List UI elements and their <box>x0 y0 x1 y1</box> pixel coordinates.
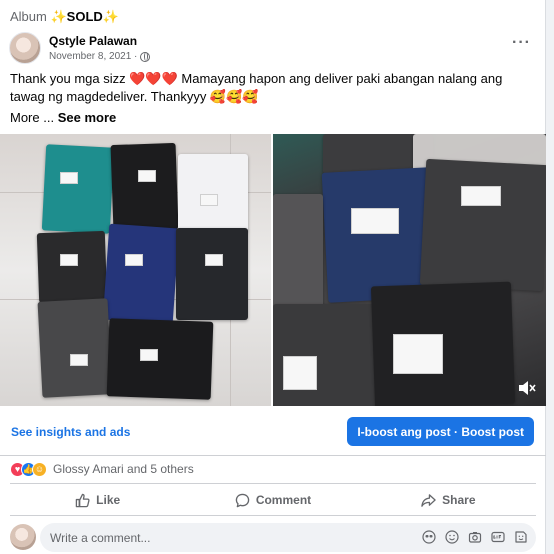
composer-icons <box>422 530 528 544</box>
thumbs-up-icon <box>75 493 90 507</box>
album-line: Album ✨SOLD✨ <box>10 9 119 25</box>
care-icon: ☺ <box>32 461 47 477</box>
post-date[interactable]: November 8, 2021 · <box>49 51 137 62</box>
more-options-button[interactable]: ··· <box>512 34 531 52</box>
photo-1[interactable] <box>0 134 271 406</box>
see-more-link[interactable]: See more <box>58 110 117 125</box>
author-name[interactable]: Qstyle Palawan <box>49 34 137 48</box>
photo-2-video[interactable] <box>273 134 546 406</box>
share-label: Share <box>442 493 476 507</box>
post-card: Album ✨SOLD✨ Qstyle Palawan November 8, … <box>0 0 546 554</box>
avatar-sticker-icon[interactable] <box>422 530 436 544</box>
reaction-icons: ♥ 👍 ☺ <box>10 461 47 477</box>
author-avatar[interactable] <box>9 32 41 64</box>
comment-label: Comment <box>255 493 312 507</box>
comment-button[interactable]: Comment <box>185 486 360 514</box>
album-name[interactable]: ✨SOLD✨ <box>50 9 119 24</box>
comment-icon <box>235 493 250 507</box>
divider <box>10 515 536 516</box>
share-icon <box>421 493 436 507</box>
more-prefix: More ... <box>10 110 55 125</box>
see-insights-link[interactable]: See insights and ads <box>11 425 130 439</box>
album-prefix: Album <box>10 9 47 24</box>
like-label: Like <box>96 493 121 507</box>
reactions-text[interactable]: Glossy Amari and 5 others <box>53 462 194 476</box>
divider <box>10 483 536 484</box>
boost-post-button[interactable]: I-boost ang post · Boost post <box>347 417 534 446</box>
boost-bar: See insights and ads I-boost ang post · … <box>0 406 546 456</box>
emoji-icon[interactable] <box>445 530 459 544</box>
see-more-line: More ... See more <box>10 110 116 125</box>
gif-icon[interactable] <box>491 530 505 544</box>
share-button[interactable]: Share <box>361 486 536 514</box>
user-avatar[interactable] <box>10 524 36 550</box>
post-meta: November 8, 2021 · <box>49 51 151 62</box>
mute-icon[interactable] <box>518 380 536 396</box>
reactions-summary[interactable]: ♥ 👍 ☺ Glossy Amari and 5 others <box>10 459 194 479</box>
post-text: Thank you mga sizz ❤️❤️❤️ Mamayang hapon… <box>10 71 503 104</box>
post-header: Qstyle Palawan November 8, 2021 · ··· <box>9 32 539 68</box>
comment-placeholder: Write a comment... <box>50 531 151 545</box>
photo-grid <box>0 134 546 406</box>
sticker-icon[interactable] <box>514 530 528 544</box>
comment-composer: Write a comment... <box>10 522 536 552</box>
post-actions: Like Comment Share <box>10 486 536 514</box>
like-button[interactable]: Like <box>10 486 185 514</box>
camera-icon[interactable] <box>468 530 482 544</box>
comment-input[interactable]: Write a comment... <box>40 523 536 552</box>
globe-icon <box>140 51 151 62</box>
